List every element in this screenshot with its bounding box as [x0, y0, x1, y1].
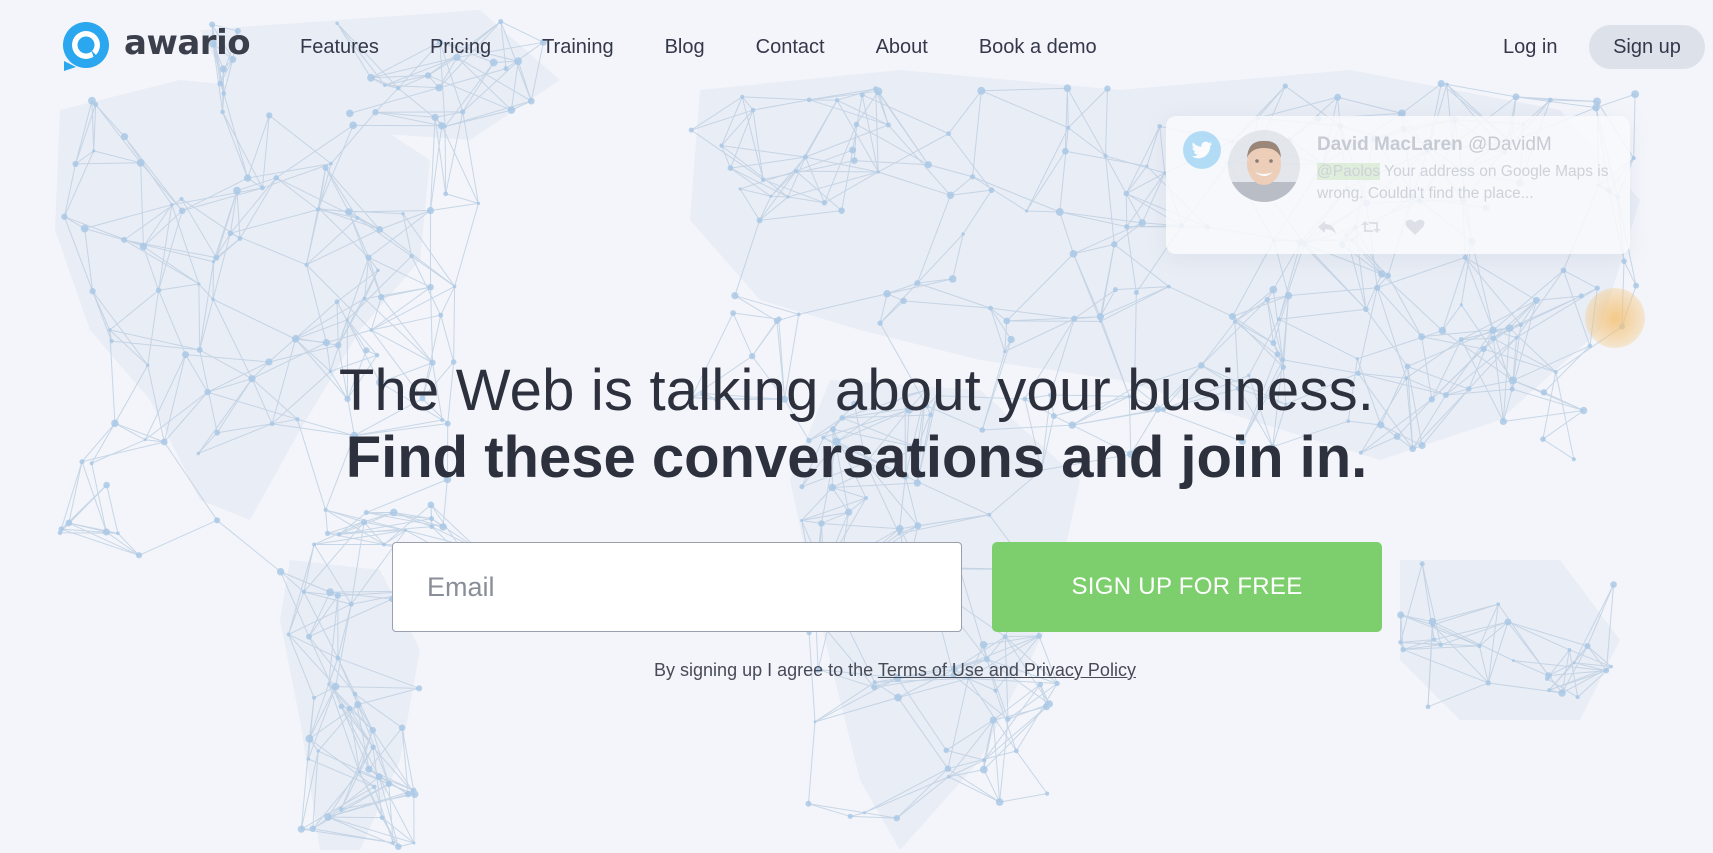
like-icon	[1405, 219, 1425, 235]
nav-features[interactable]: Features	[300, 36, 379, 59]
tweet-text: @Paolos Your address on Google Maps is w…	[1317, 161, 1617, 205]
terms-prefix: By signing up I agree to the	[654, 660, 878, 680]
awario-logo-icon	[63, 22, 109, 71]
mention-location-marker	[1585, 288, 1645, 348]
terms-link[interactable]: Terms of Use and Privacy Policy	[878, 660, 1136, 680]
header-signup-button[interactable]: Sign up	[1589, 25, 1705, 69]
awario-logo[interactable]: awario	[60, 22, 251, 72]
nav-training[interactable]: Training	[542, 36, 614, 59]
nav-pricing[interactable]: Pricing	[430, 36, 491, 59]
avatar	[1228, 130, 1300, 202]
twitter-icon	[1183, 131, 1221, 169]
site-header: awario Features Pricing Training Blog Co…	[0, 0, 1713, 96]
hero-subheadline: Find these conversations and join in.	[345, 425, 1368, 490]
avatar-portrait-icon	[1228, 130, 1300, 202]
terms-note: By signing up I agree to the Terms of Us…	[0, 660, 1713, 681]
nav-book-demo[interactable]: Book a demo	[979, 36, 1097, 59]
hero-headline: The Web is talking about your business.	[338, 358, 1375, 423]
sample-mention-card: David MacLaren @DavidM @Paolos Your addr…	[1166, 116, 1630, 254]
retweet-icon	[1361, 221, 1381, 233]
reply-icon	[1318, 221, 1336, 234]
nav-contact[interactable]: Contact	[756, 36, 825, 59]
tweet-mention: @Paolos	[1317, 163, 1381, 180]
signup-free-button[interactable]: SIGN UP FOR FREE	[992, 542, 1382, 632]
tweet-author-handle: @DavidM	[1468, 134, 1552, 155]
tweet-author-name: David MacLaren	[1317, 134, 1463, 155]
tweet-actions	[1316, 218, 1426, 236]
main-nav: Features Pricing Training Blog Contact A…	[300, 36, 1148, 59]
email-input[interactable]	[392, 542, 962, 632]
nav-blog[interactable]: Blog	[665, 36, 705, 59]
login-link[interactable]: Log in	[1503, 36, 1558, 59]
nav-about[interactable]: About	[876, 36, 928, 59]
tweet-author: David MacLaren @DavidM	[1317, 134, 1552, 156]
brand-name: awario	[124, 23, 251, 63]
hero: The Web is talking about your business. …	[0, 356, 1713, 493]
